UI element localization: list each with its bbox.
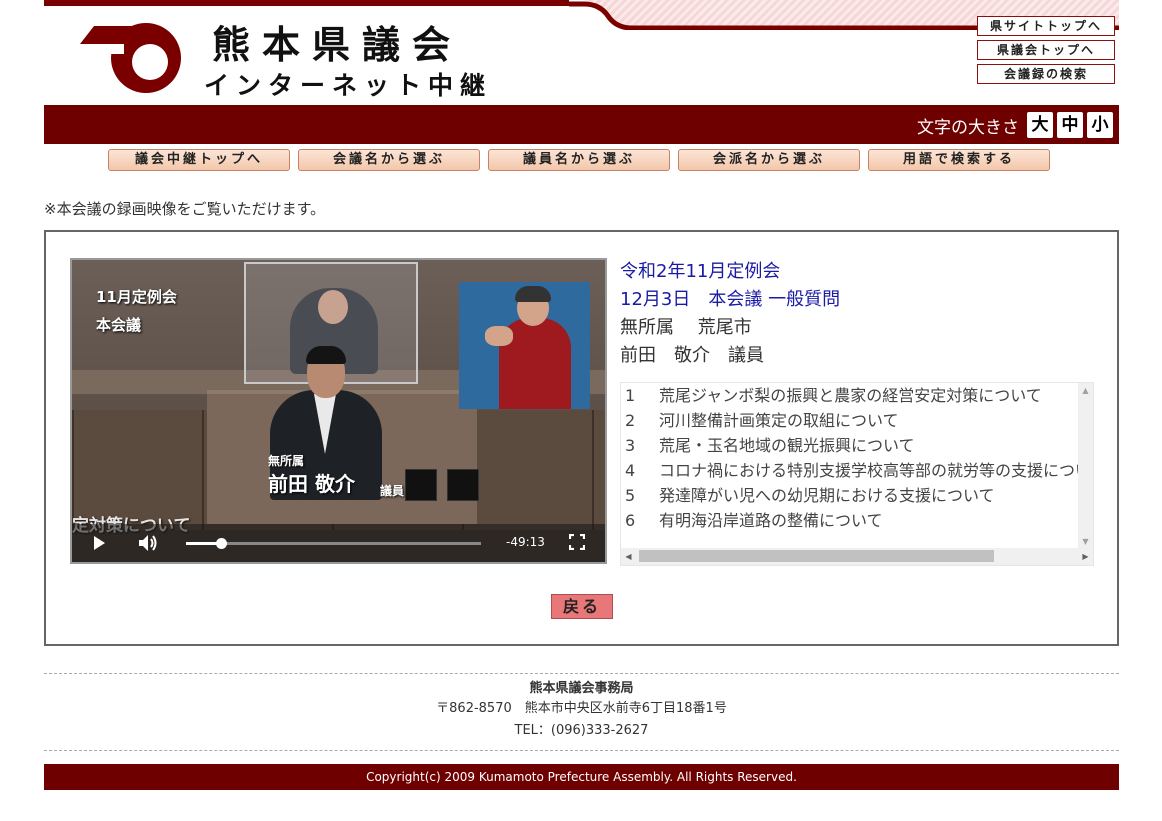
nav-term-search[interactable]: 用語で検索する (868, 149, 1050, 171)
footer-address: 〒862-8570 熊本市中央区水前寺6丁目18番1号 (436, 701, 727, 716)
question-number: 2 (625, 411, 636, 430)
question-text: 有明海沿岸道路の整備について (659, 511, 883, 530)
site-title: 熊本県議会 (212, 22, 463, 67)
session-date: 12月3日 本会議 一般質問 (620, 289, 841, 310)
font-size-medium-button[interactable]: 中 (1057, 112, 1083, 138)
question-item[interactable]: 2 河川整備計画策定の取組について (625, 408, 1080, 433)
scroll-left-icon[interactable]: ◀ (621, 548, 636, 565)
horizontal-scrollbar[interactable]: ◀ ▶ (621, 548, 1093, 565)
question-number: 5 (625, 486, 636, 505)
fullscreen-icon[interactable] (569, 534, 585, 550)
prefecture-top-link[interactable]: 県サイトトップへ (977, 16, 1115, 36)
horizontal-scroll-thumb[interactable] (639, 550, 994, 562)
video-caption-meeting: 11月定例会 (96, 288, 177, 306)
question-item[interactable]: 1 荒尾ジャンボ梨の振興と農家の経営安定対策について (625, 383, 1080, 408)
question-item[interactable]: 3 荒尾・玉名地域の観光振興について (625, 433, 1080, 458)
question-text: 河川整備計画策定の取組について (659, 411, 899, 430)
nav-by-faction[interactable]: 会派名から選ぶ (678, 149, 860, 171)
scroll-right-icon[interactable]: ▶ (1078, 548, 1093, 565)
footer-organization: 熊本県議会事務局 (529, 681, 634, 696)
member-affiliation: 無所属 荒尾市 (620, 317, 752, 338)
footer-divider-top (44, 673, 1119, 674)
volume-icon[interactable] (138, 534, 158, 552)
vertical-scrollbar[interactable]: ▲ ▼ (1078, 383, 1093, 549)
member-name: 前田 敬介 議員 (620, 345, 764, 366)
question-number: 3 (625, 436, 636, 455)
footer-telephone: TEL：(096)333-2627 (514, 723, 649, 738)
nav-by-member[interactable]: 議員名から選ぶ (488, 149, 670, 171)
scroll-down-icon[interactable]: ▼ (1078, 534, 1093, 549)
notice-text: ※本会議の録画映像をご覧いただけます。 (44, 200, 326, 218)
session-info: 令和2年11月定例会 12月3日 本会議 一般質問 無所属 荒尾市 前田 敬介 … (620, 258, 1100, 370)
desk-monitors (405, 465, 493, 501)
video-progress-bar[interactable] (186, 538, 481, 549)
header-links: 県サイトトップへ 県議会トップへ 会議録の検索 (977, 16, 1115, 88)
sign-language-interpreter-inset (459, 282, 590, 409)
question-text: 荒尾ジャンボ梨の振興と農家の経営安定対策について (659, 386, 1042, 405)
assembly-logo-icon (80, 23, 181, 93)
page: 熊本県議会 インターネット中継 県サイトトップへ 県議会トップへ 会議録の検索 … (0, 0, 1162, 821)
video-progress-handle[interactable] (216, 538, 228, 549)
site-subtitle: インターネット中継 (204, 71, 493, 100)
video-controls: -49:13 (72, 524, 605, 562)
question-number: 1 (625, 386, 636, 405)
nav-broadcast-top[interactable]: 議会中継トップへ (108, 149, 290, 171)
main-nav: 議会中継トップへ 会議名から選ぶ 議員名から選ぶ 会派名から選ぶ 用語で検索する (108, 149, 1058, 171)
question-number: 4 (625, 461, 636, 480)
minutes-search-link[interactable]: 会議録の検索 (977, 64, 1115, 84)
video-caption-session: 本会議 (96, 316, 142, 334)
scroll-up-icon[interactable]: ▲ (1078, 383, 1093, 398)
video-player[interactable]: 11月定例会 本会議 無所属 前田 敬介 議員 定対策について -4 (70, 258, 607, 564)
question-text: 荒尾・玉名地域の観光振興について (659, 436, 915, 455)
assembly-top-link[interactable]: 県議会トップへ (977, 40, 1115, 60)
question-item[interactable]: 5 発達障がい児への幼児期における支援について (625, 483, 1080, 508)
nav-by-meeting[interactable]: 会議名から選ぶ (298, 149, 480, 171)
font-size-switcher: 文字の大きさ 大 中 小 (917, 112, 1113, 138)
question-text: コロナ禍における特別支援学校高等部の就労等の支援について (659, 461, 1080, 480)
font-size-small-button[interactable]: 小 (1087, 112, 1113, 138)
site-header: 熊本県議会 インターネット中継 県サイトトップへ 県議会トップへ 会議録の検索 (44, 0, 1119, 105)
question-text: 発達障がい児への幼児期における支援について (659, 486, 995, 505)
font-size-label: 文字の大きさ (917, 117, 1019, 138)
footer-divider-bottom (44, 750, 1119, 751)
question-list[interactable]: 1 荒尾ジャンボ梨の振興と農家の経営安定対策について 2 河川整備計画策定の取組につ… (620, 382, 1094, 566)
question-item[interactable]: 6 有明海沿岸道路の整備について (625, 508, 1080, 533)
question-number: 6 (625, 511, 636, 530)
video-speaker-affiliation: 無所属 (268, 454, 305, 468)
question-item[interactable]: 4 コロナ禍における特別支援学校高等部の就労等の支援について (625, 458, 1080, 483)
header-bar: 文字の大きさ 大 中 小 (44, 105, 1119, 144)
font-size-large-button[interactable]: 大 (1027, 112, 1053, 138)
session-name: 令和2年11月定例会 (620, 261, 781, 282)
video-time-remaining: -49:13 (506, 535, 545, 549)
video-panel: 11月定例会 本会議 無所属 前田 敬介 議員 定対策について -4 (44, 230, 1119, 646)
play-icon[interactable] (92, 535, 106, 551)
back-button[interactable]: 戻る (551, 594, 613, 619)
video-speaker-title: 議員 (380, 484, 405, 498)
copyright-bar: Copyright(c) 2009 Kumamoto Prefecture As… (44, 764, 1119, 790)
header-top-line (44, 0, 569, 9)
video-speaker-name: 前田 敬介 (268, 472, 355, 496)
footer: 熊本県議会事務局 〒862-8570 熊本市中央区水前寺6丁目18番1号 TEL… (44, 680, 1119, 742)
